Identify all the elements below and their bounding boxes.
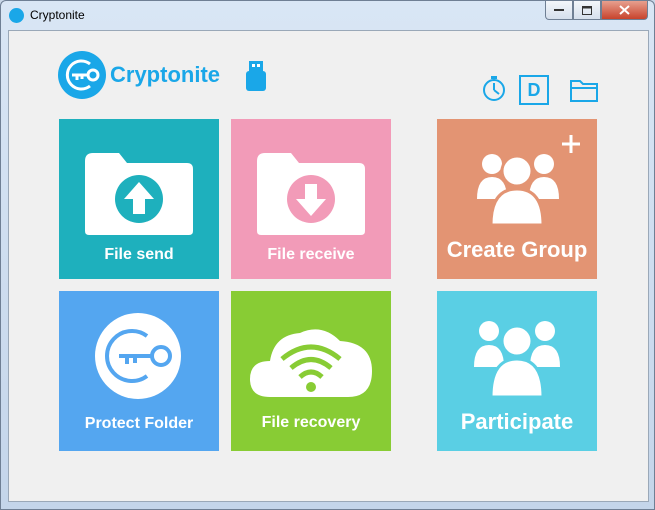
close-icon bbox=[619, 5, 630, 15]
key-logo-icon bbox=[58, 51, 106, 99]
minimize-icon bbox=[554, 9, 564, 11]
folder-download-icon bbox=[257, 153, 365, 235]
logo-text: Cryptonite bbox=[110, 62, 220, 87]
timer-settings-icon[interactable] bbox=[481, 75, 507, 108]
file-recovery-label: File recovery bbox=[261, 414, 361, 431]
file-recovery-tile[interactable]: File recovery bbox=[231, 291, 391, 451]
create-group-tile[interactable]: Create Group bbox=[437, 119, 597, 279]
file-send-tile[interactable]: File send bbox=[59, 119, 219, 279]
maximize-icon bbox=[582, 5, 592, 15]
open-folder-icon[interactable] bbox=[569, 75, 599, 108]
drive-letter: D bbox=[519, 75, 549, 105]
logo: Cryptonite bbox=[58, 51, 220, 99]
close-button[interactable] bbox=[601, 1, 648, 20]
cloud-wifi-icon bbox=[250, 329, 372, 397]
minimize-button[interactable] bbox=[545, 1, 573, 20]
group-icon bbox=[474, 321, 560, 399]
add-group-icon bbox=[477, 135, 580, 227]
title-bar[interactable]: Cryptonite bbox=[1, 1, 654, 30]
window-title: Cryptonite bbox=[30, 8, 85, 22]
protect-folder-label: Protect Folder bbox=[84, 415, 194, 432]
usb-drive-icon[interactable] bbox=[245, 61, 267, 96]
create-group-label: Create Group bbox=[446, 237, 588, 262]
folder-upload-icon bbox=[85, 153, 193, 235]
app-window: Cryptonite Cryptonite D File send File r… bbox=[0, 0, 655, 510]
participate-tile[interactable]: Participate bbox=[437, 291, 597, 451]
key-icon bbox=[95, 313, 181, 399]
protect-folder-tile[interactable]: Protect Folder bbox=[59, 291, 219, 451]
file-receive-tile[interactable]: File receive bbox=[231, 119, 391, 279]
file-send-label: File send bbox=[104, 246, 174, 263]
main-panel: Cryptonite D File send File receive Crea… bbox=[8, 30, 649, 502]
maximize-button[interactable] bbox=[573, 1, 601, 20]
drive-select-button[interactable]: D bbox=[519, 75, 549, 105]
participate-label: Participate bbox=[460, 409, 574, 434]
app-icon bbox=[9, 8, 24, 23]
file-receive-label: File receive bbox=[267, 246, 355, 263]
window-controls bbox=[545, 1, 648, 21]
